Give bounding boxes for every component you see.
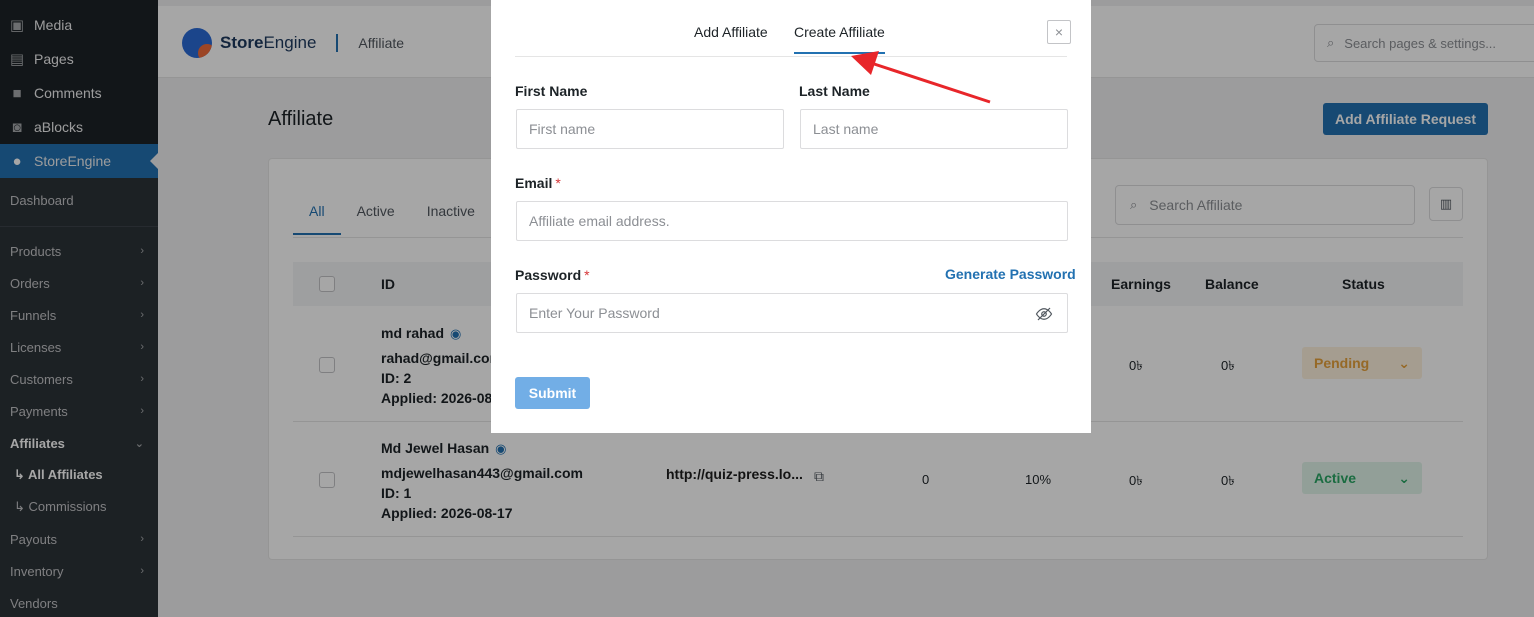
- generate-password-link[interactable]: Generate Password: [945, 266, 1076, 282]
- tab-add-affiliate[interactable]: Add Affiliate: [694, 24, 768, 52]
- password-label: Password *: [515, 267, 590, 283]
- arrow-head: [851, 51, 879, 75]
- close-button[interactable]: ×: [1047, 20, 1071, 44]
- input-placeholder: Affiliate email address.: [529, 213, 670, 229]
- close-icon: ×: [1054, 24, 1064, 40]
- required-mark: *: [555, 175, 561, 191]
- email-label: Email *: [515, 175, 561, 191]
- last-name-input[interactable]: Last name: [800, 109, 1068, 149]
- first-name-label: First Name: [515, 83, 588, 99]
- annotation-arrow: [851, 51, 991, 104]
- required-mark: *: [584, 267, 590, 283]
- input-placeholder: Enter Your Password: [529, 305, 660, 321]
- email-input[interactable]: Affiliate email address.: [516, 201, 1068, 241]
- input-placeholder: First name: [529, 121, 596, 137]
- eye-off-icon[interactable]: [1035, 305, 1053, 323]
- create-affiliate-modal: Add Affiliate Create Affiliate × First N…: [491, 0, 1091, 433]
- first-name-input[interactable]: First name: [516, 109, 784, 149]
- arrow-shaft: [864, 59, 991, 104]
- password-input[interactable]: Enter Your Password: [516, 293, 1068, 333]
- input-placeholder: Last name: [813, 121, 879, 137]
- submit-button[interactable]: Submit: [515, 377, 590, 409]
